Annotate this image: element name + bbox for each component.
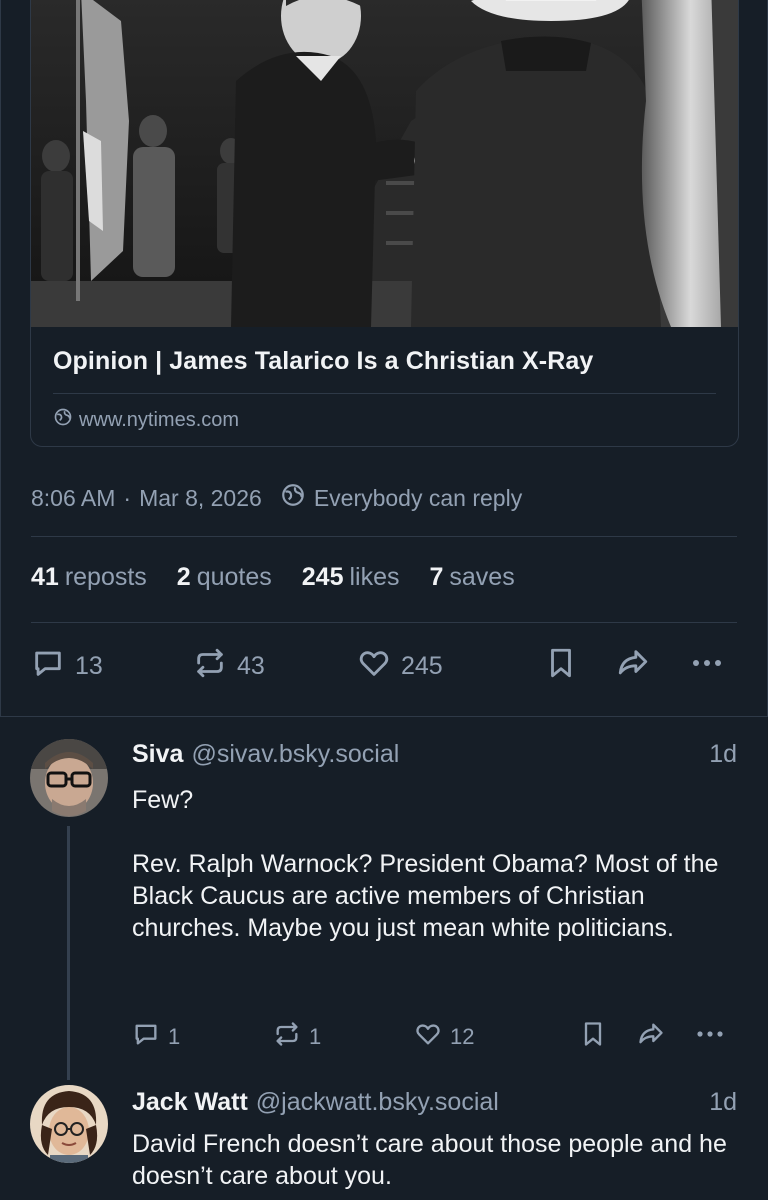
heart-icon [357, 646, 391, 687]
bookmark-icon [544, 646, 578, 687]
link-preview-card[interactable]: Opinion | James Talarico Is a Christian … [30, 0, 739, 447]
globe-icon [280, 482, 306, 514]
reply-button[interactable]: 1 [132, 1020, 180, 1054]
post-date: Mar 8, 2026 [139, 484, 262, 511]
share-button[interactable] [635, 1020, 667, 1054]
more-options-button[interactable] [694, 1020, 726, 1054]
avatar[interactable] [30, 1085, 108, 1163]
post-stats: 41 reposts 2 quotes 245 likes 7 saves [31, 563, 515, 592]
author-handle[interactable]: @jackwatt.bsky.social [256, 1088, 499, 1117]
reposts-stat[interactable]: 41 reposts [31, 563, 147, 592]
like-count: 245 [401, 652, 443, 680]
bookmark-button[interactable] [579, 1020, 607, 1054]
reply-count: 1 [168, 1024, 181, 1049]
globe-icon [53, 407, 73, 433]
link-preview-domain[interactable]: www.nytimes.com [53, 407, 239, 433]
repost-button[interactable]: 43 [193, 646, 265, 687]
author-handle[interactable]: @sivav.bsky.social [191, 740, 399, 769]
ellipsis-icon [694, 1020, 726, 1054]
thread-connector-line [67, 826, 70, 1080]
reply-icon [31, 646, 65, 687]
divider [31, 536, 737, 537]
reply-icon [132, 1020, 160, 1054]
bookmark-button[interactable] [544, 646, 578, 687]
reply-header: Siva @sivav.bsky.social [132, 740, 399, 769]
repost-icon [193, 646, 227, 687]
link-preview-image [31, 0, 738, 327]
repost-icon [273, 1020, 301, 1054]
reply-timestamp[interactable]: 1d [709, 740, 737, 769]
reply-timestamp[interactable]: 1d [709, 1088, 737, 1117]
post-time: 8:06 AM [31, 484, 116, 511]
reply-text: Few? Rev. Ralph Warnock? President Obama… [132, 786, 719, 942]
reply-text: David French doesn’t care about those pe… [132, 1130, 734, 1190]
reply-button[interactable]: 13 [31, 646, 103, 687]
quotes-stat[interactable]: 2 quotes [177, 563, 272, 592]
post-actions: 13 43 245 [31, 646, 721, 690]
like-count: 12 [450, 1024, 475, 1049]
card-divider [53, 393, 716, 394]
author-name[interactable]: Siva [132, 740, 183, 769]
post-meta: 8:06 AM · Mar 8, 2026 Everybody can repl… [31, 482, 522, 514]
avatar[interactable] [30, 739, 108, 817]
link-preview-title[interactable]: Opinion | James Talarico Is a Christian … [53, 347, 593, 376]
share-icon [635, 1020, 667, 1054]
like-button[interactable]: 12 [414, 1020, 474, 1054]
divider [0, 716, 768, 717]
reply-actions: 1 1 12 [132, 1020, 732, 1056]
repost-count: 43 [237, 652, 265, 680]
reply-setting-label: Everybody can reply [313, 484, 523, 511]
author-name[interactable]: Jack Watt [132, 1088, 248, 1117]
share-icon [614, 646, 652, 687]
reply-header: Jack Watt @jackwatt.bsky.social [132, 1088, 499, 1117]
repost-button[interactable]: 1 [273, 1020, 321, 1054]
reply-setting[interactable]: Everybody can reply [280, 482, 522, 514]
likes-stat[interactable]: 245 likes [302, 563, 400, 592]
like-button[interactable]: 245 [357, 646, 443, 687]
more-options-button[interactable] [689, 646, 725, 687]
domain-text: www.nytimes.com [79, 408, 240, 431]
share-button[interactable] [614, 646, 652, 687]
saves-stat[interactable]: 7 saves [430, 563, 515, 592]
repost-count: 1 [309, 1024, 322, 1049]
reply-count: 13 [75, 652, 103, 680]
heart-icon [414, 1020, 442, 1054]
bookmark-icon [579, 1020, 607, 1054]
meta-separator: · [123, 484, 132, 511]
thread-border-left [0, 0, 1, 716]
ellipsis-icon [689, 646, 725, 687]
divider [31, 622, 737, 623]
